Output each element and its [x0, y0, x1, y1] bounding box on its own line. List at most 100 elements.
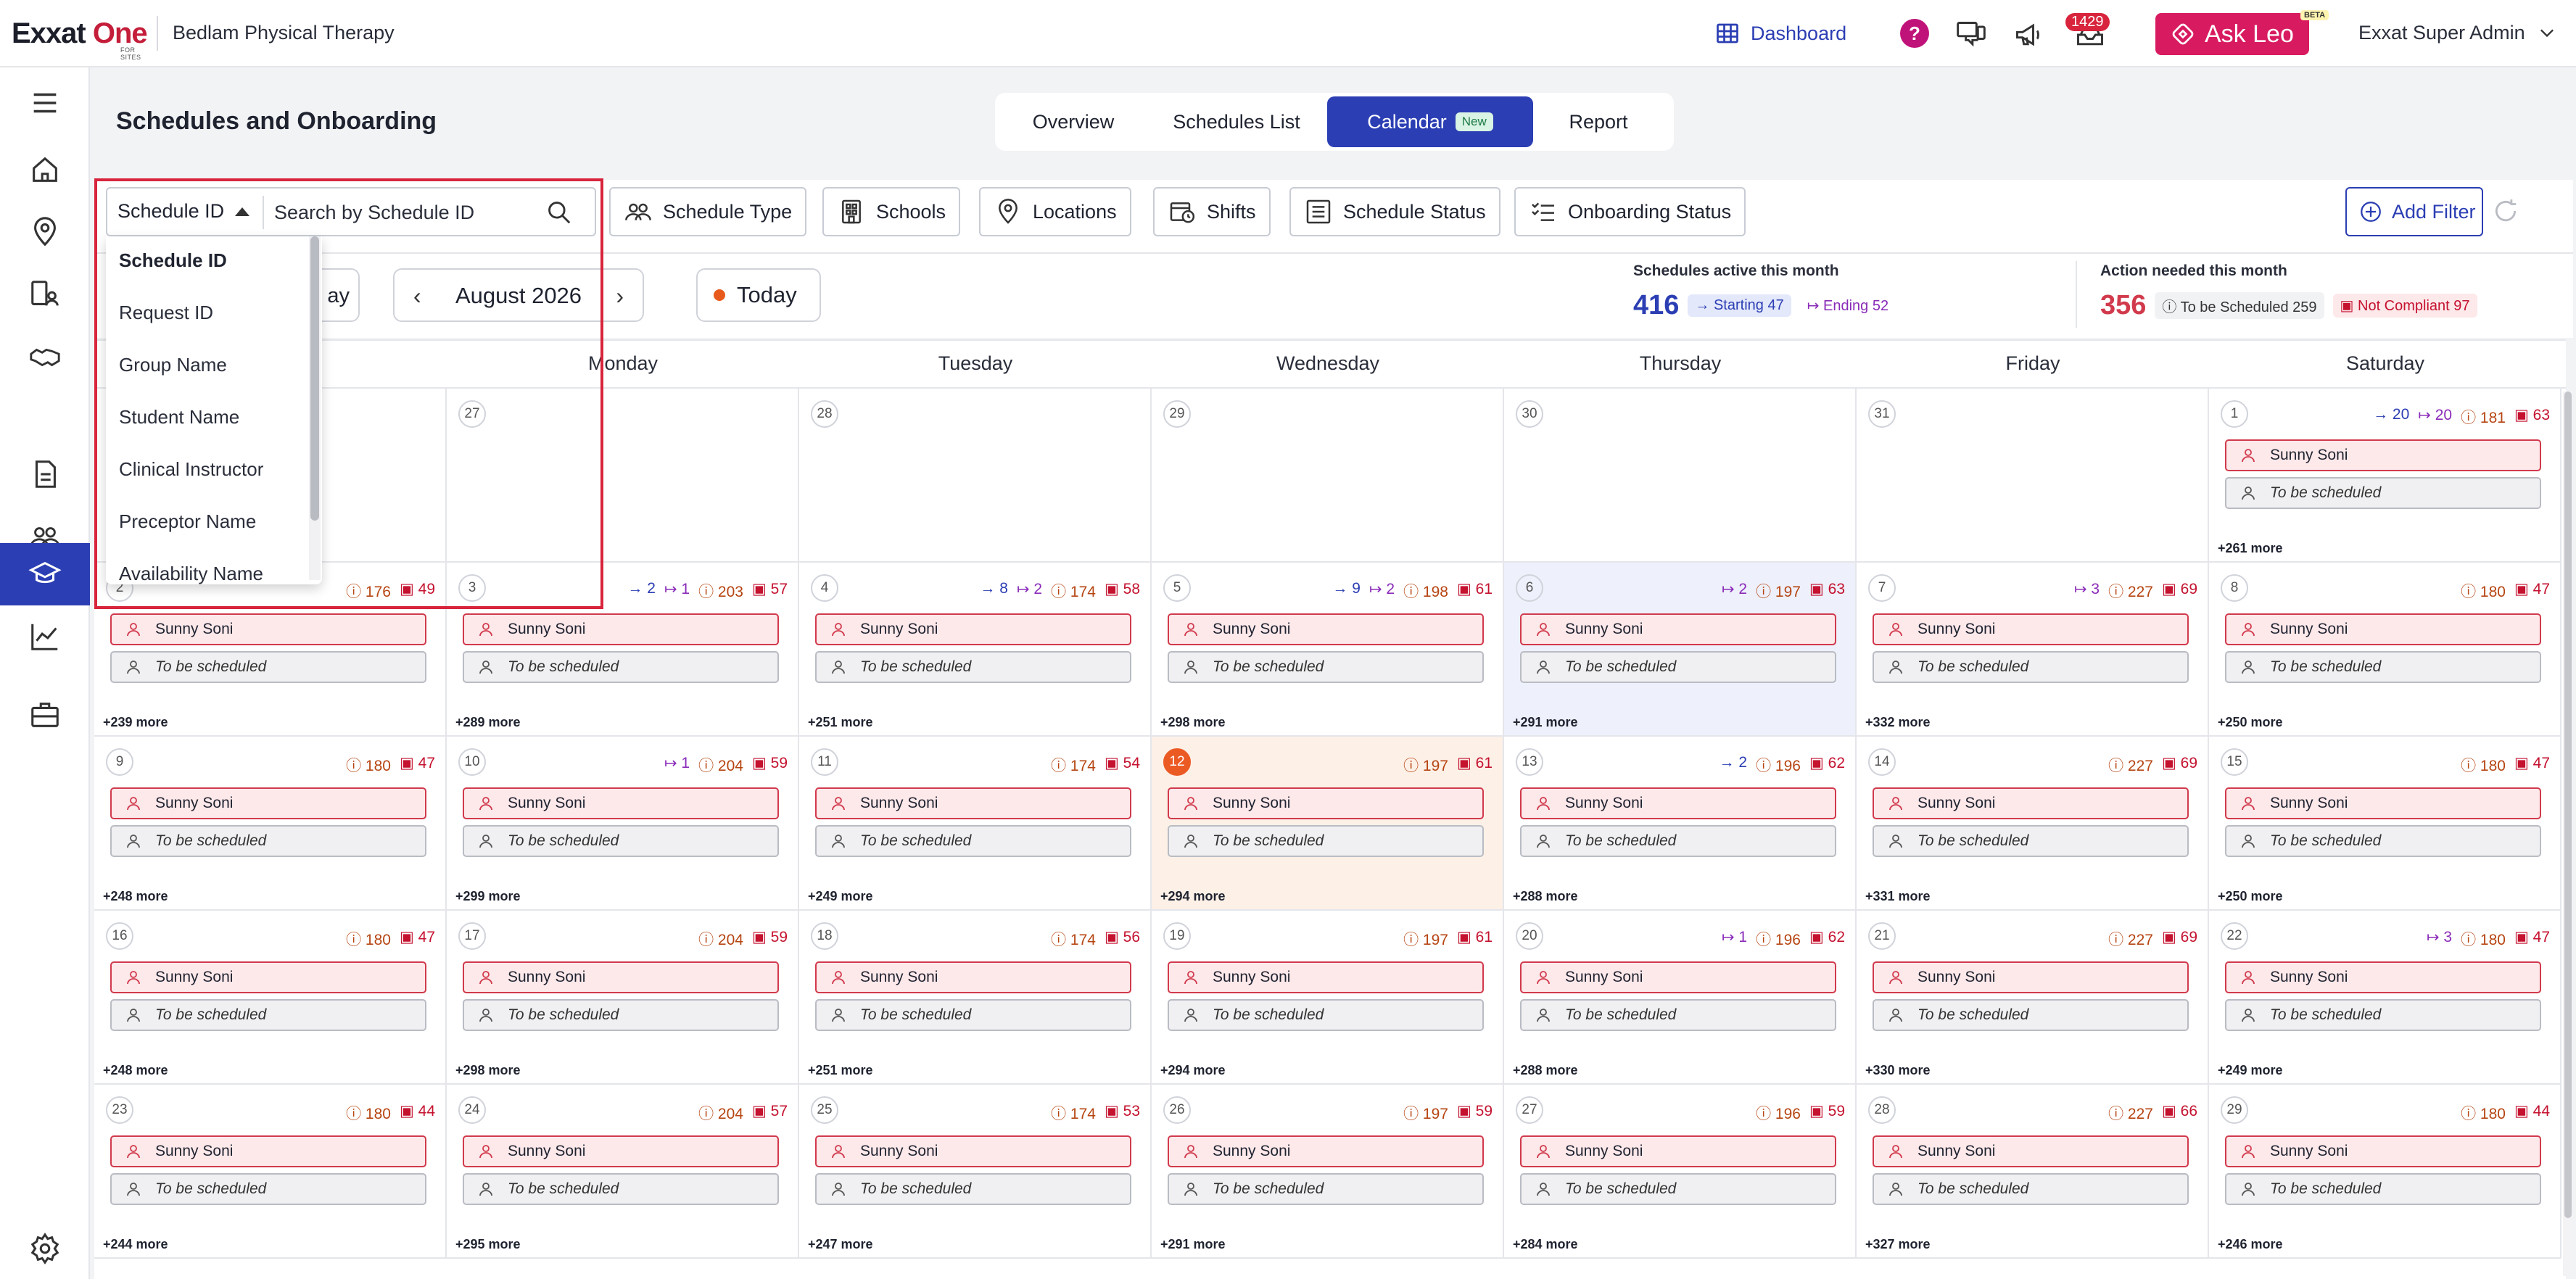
not-compliant-count[interactable]: ▣ 61: [1457, 928, 1493, 950]
not-compliant-count[interactable]: ▣ 56: [1105, 928, 1140, 950]
dropdown-option[interactable]: Student Name: [119, 406, 239, 429]
ending-count[interactable]: ↦ 3: [2074, 580, 2100, 602]
ask-leo-button[interactable]: Ask Leo: [2155, 13, 2309, 55]
schedule-event[interactable]: Sunny Soni: [815, 961, 1131, 993]
more-events-link[interactable]: +331 more: [1865, 889, 1931, 904]
shifts-filter[interactable]: Shifts: [1153, 187, 1271, 236]
not-compliant-count[interactable]: ▣ 66: [2162, 1102, 2197, 1124]
next-month-button[interactable]: ›: [616, 283, 624, 310]
schedule-event[interactable]: Sunny Soni: [2225, 1135, 2541, 1167]
not-compliant-count[interactable]: ▣ 63: [1809, 580, 1845, 602]
exxat-logo[interactable]: Exxat One FOR SITES: [12, 19, 148, 61]
more-events-link[interactable]: +299 more: [455, 889, 521, 904]
to-be-scheduled-count[interactable]: ⓘ 180: [346, 754, 391, 776]
schedule-event[interactable]: Sunny Soni: [1873, 613, 2189, 645]
to-be-scheduled-count[interactable]: ⓘ 196: [1756, 754, 1801, 776]
to-be-scheduled-count[interactable]: ⓘ 174: [1051, 928, 1096, 950]
day-cell[interactable]: 27: [447, 389, 799, 563]
menu-icon[interactable]: [0, 72, 90, 134]
day-cell[interactable]: 6 ↦ 2 ⓘ 197 ▣ 63 Sunny Soni To be scheduled +2…: [1504, 563, 1857, 737]
unscheduled-event[interactable]: To be scheduled: [463, 999, 779, 1031]
to-be-scheduled-count[interactable]: ⓘ 227: [2108, 754, 2153, 776]
day-cell[interactable]: 17 ⓘ 204 ▣ 59 Sunny Soni To be scheduled +298…: [447, 911, 799, 1085]
unscheduled-event[interactable]: To be scheduled: [110, 1173, 426, 1205]
day-cell[interactable]: 29: [1152, 389, 1504, 563]
not-compliant-count[interactable]: ▣ 54: [1105, 754, 1140, 776]
day-cell[interactable]: 22 ↦ 3 ⓘ 180 ▣ 47 Sunny Soni To be scheduled +…: [2209, 911, 2561, 1085]
contacts-icon[interactable]: [0, 263, 90, 326]
dashboard-link[interactable]: Dashboard: [1714, 20, 1846, 46]
to-be-scheduled-count[interactable]: ⓘ 180: [2461, 580, 2506, 602]
day-cell[interactable]: 21 ⓘ 227 ▣ 69 Sunny Soni To be scheduled +330…: [1857, 911, 2209, 1085]
schedule-event[interactable]: Sunny Soni: [1873, 787, 2189, 819]
to-be-scheduled-count[interactable]: ⓘ 204: [698, 1102, 743, 1124]
user-menu[interactable]: Exxat Super Admin: [2358, 22, 2557, 44]
ending-count[interactable]: ↦ 2: [1369, 580, 1395, 602]
not-compliant-count[interactable]: ▣ 62: [1809, 754, 1845, 776]
more-events-link[interactable]: +295 more: [455, 1237, 521, 1252]
trending-chart-icon[interactable]: [0, 605, 90, 668]
not-compliant-count[interactable]: ▣ 69: [2162, 580, 2197, 602]
ending-count[interactable]: ↦ 1: [664, 754, 690, 776]
to-be-scheduled-count[interactable]: ⓘ 204: [698, 754, 743, 776]
to-be-scheduled-count[interactable]: ⓘ 180: [346, 1102, 391, 1124]
day-cell[interactable]: 9 ⓘ 180 ▣ 47 Sunny Soni To be scheduled +248 …: [94, 737, 447, 911]
not-compliant-count[interactable]: ▣ 47: [2514, 580, 2550, 602]
schedule-event[interactable]: Sunny Soni: [1168, 1135, 1484, 1167]
unscheduled-event[interactable]: To be scheduled: [1168, 1173, 1484, 1205]
not-compliant-count[interactable]: ▣ 69: [2162, 754, 2197, 776]
unscheduled-event[interactable]: To be scheduled: [110, 651, 426, 683]
dropdown-scrollbar[interactable]: [309, 236, 321, 580]
schools-filter[interactable]: Schools: [822, 187, 961, 236]
unscheduled-event[interactable]: To be scheduled: [110, 999, 426, 1031]
unscheduled-event[interactable]: To be scheduled: [1520, 651, 1836, 683]
unscheduled-event[interactable]: To be scheduled: [1520, 1173, 1836, 1205]
schedule-event[interactable]: Sunny Soni: [1168, 613, 1484, 645]
schedule-event[interactable]: Sunny Soni: [1168, 787, 1484, 819]
more-events-link[interactable]: +246 more: [2218, 1237, 2283, 1252]
search-icon[interactable]: [545, 199, 573, 226]
not-compliant-count[interactable]: ▣ 59: [1457, 1102, 1493, 1124]
schedule-event[interactable]: Sunny Soni: [463, 787, 779, 819]
day-cell[interactable]: 1 → 20 ↦ 20 ⓘ 181 ▣ 63 Sunny Soni To be schedu…: [2209, 389, 2561, 563]
unscheduled-event[interactable]: To be scheduled: [815, 825, 1131, 857]
ending-count[interactable]: ↦ 20: [2418, 406, 2452, 428]
day-cell[interactable]: 2 ⓘ 176 ▣ 49 Sunny Soni To be scheduled +239 …: [94, 563, 447, 737]
more-events-link[interactable]: +247 more: [808, 1237, 873, 1252]
day-cell[interactable]: 11 ⓘ 174 ▣ 54 Sunny Soni To be scheduled +249…: [799, 737, 1152, 911]
ending-chip[interactable]: ↦ Ending 52: [1800, 294, 1896, 318]
ending-count[interactable]: ↦ 3: [2427, 928, 2452, 950]
more-events-link[interactable]: +249 more: [808, 889, 873, 904]
schedule-event[interactable]: Sunny Soni: [815, 613, 1131, 645]
not-compliant-count[interactable]: ▣ 61: [1457, 580, 1493, 602]
schedule-event[interactable]: Sunny Soni: [463, 1135, 779, 1167]
unscheduled-event[interactable]: To be scheduled: [1873, 1173, 2189, 1205]
not-compliant-count[interactable]: ▣ 58: [1105, 580, 1140, 602]
unscheduled-event[interactable]: To be scheduled: [1520, 999, 1836, 1031]
to-be-scheduled-count[interactable]: ⓘ 197: [1403, 754, 1448, 776]
to-be-scheduled-count[interactable]: ⓘ 174: [1051, 754, 1096, 776]
not-compliant-chip[interactable]: ▣ Not Compliant 97: [2332, 294, 2477, 318]
schedule-event[interactable]: Sunny Soni: [1520, 1135, 1836, 1167]
more-events-link[interactable]: +261 more: [2218, 541, 2283, 556]
day-cell[interactable]: 13 → 2 ⓘ 196 ▣ 62 Sunny Soni To be scheduled +…: [1504, 737, 1857, 911]
schedule-event[interactable]: Sunny Soni: [110, 961, 426, 993]
not-compliant-count[interactable]: ▣ 59: [752, 928, 788, 950]
to-be-scheduled-count[interactable]: ⓘ 196: [1756, 1102, 1801, 1124]
more-events-link[interactable]: +332 more: [1865, 715, 1931, 730]
unscheduled-event[interactable]: To be scheduled: [1168, 999, 1484, 1031]
onboarding-status-filter[interactable]: Onboarding Status: [1514, 187, 1746, 236]
not-compliant-count[interactable]: ▣ 62: [1809, 928, 1845, 950]
day-cell[interactable]: 7 ↦ 3 ⓘ 227 ▣ 69 Sunny Soni To be scheduled +3…: [1857, 563, 2209, 737]
tab-report[interactable]: Report: [1533, 96, 1664, 147]
not-compliant-count[interactable]: ▣ 59: [1809, 1102, 1845, 1124]
unscheduled-event[interactable]: To be scheduled: [1168, 825, 1484, 857]
schedule-event[interactable]: Sunny Soni: [1520, 961, 1836, 993]
day-cell[interactable]: 12 ⓘ 197 ▣ 61 Sunny Soni To be scheduled +294…: [1152, 737, 1504, 911]
more-events-link[interactable]: +251 more: [808, 1063, 873, 1078]
not-compliant-count[interactable]: ▣ 61: [1457, 754, 1493, 776]
graduation-cap-icon[interactable]: [0, 543, 90, 605]
more-events-link[interactable]: +330 more: [1865, 1063, 1931, 1078]
home-icon[interactable]: [0, 138, 90, 201]
day-cell[interactable]: 29 ⓘ 180 ▣ 44 Sunny Soni To be scheduled +246…: [2209, 1085, 2561, 1259]
